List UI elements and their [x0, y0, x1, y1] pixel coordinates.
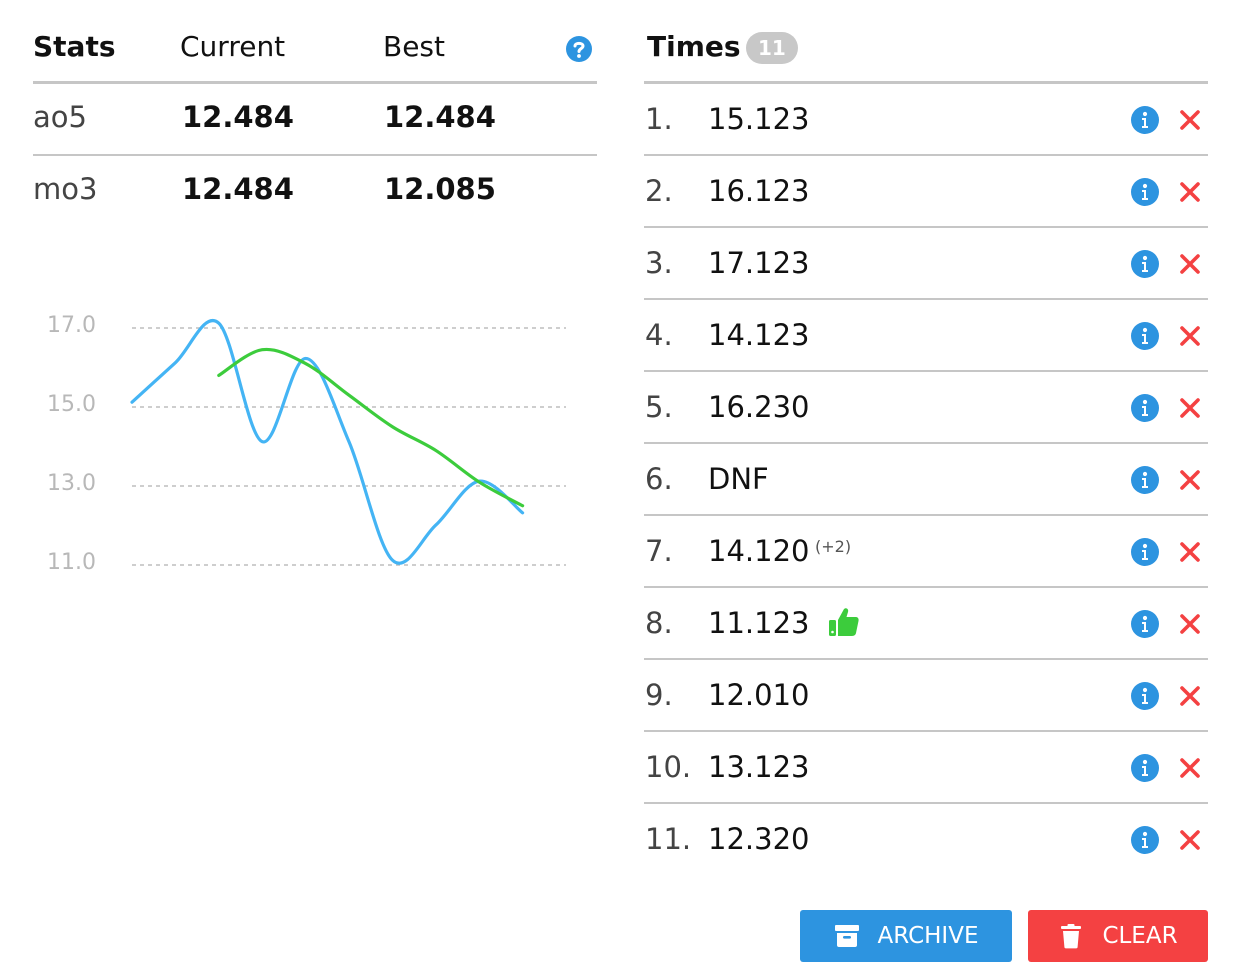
clear-button[interactable]: CLEAR: [1028, 910, 1208, 962]
time-row: 5. 16.230: [644, 372, 1208, 444]
time-index: 11.: [645, 822, 692, 856]
info-circle-icon[interactable]: [1130, 753, 1160, 783]
time-value[interactable]: DNF: [708, 462, 769, 496]
time-row: 6. DNF: [644, 444, 1208, 516]
time-row: 1. 15.123: [644, 84, 1208, 156]
time-row: 2. 16.123: [644, 156, 1208, 228]
stat-best-value: 12.085: [384, 172, 496, 206]
stat-current-value: 12.484: [182, 172, 294, 206]
time-value[interactable]: 12.320: [708, 822, 809, 856]
archive-button-label: ARCHIVE: [877, 923, 979, 949]
info-circle-icon[interactable]: [1130, 249, 1160, 279]
time-row: 4. 14.123: [644, 300, 1208, 372]
archive-button[interactable]: ARCHIVE: [800, 910, 1012, 962]
time-index: 4.: [645, 318, 673, 352]
time-value[interactable]: 17.123: [708, 246, 809, 280]
y-tick-label: 13.0: [47, 471, 96, 496]
time-value[interactable]: 14.123: [708, 318, 809, 352]
time-index: 10.: [645, 750, 692, 784]
time-index: 8.: [645, 606, 673, 640]
time-value[interactable]: 15.123: [708, 102, 809, 136]
stat-current-value: 12.484: [182, 100, 294, 134]
penalty-label: (+2): [815, 537, 852, 556]
close-icon[interactable]: [1177, 323, 1203, 349]
stats-heading: Stats: [33, 30, 116, 63]
time-row: 11. 12.320: [644, 804, 1208, 876]
clear-button-label: CLEAR: [1102, 923, 1178, 949]
thumbs-up-icon: [829, 608, 859, 636]
time-value[interactable]: 11.123: [708, 606, 809, 640]
question-circle-icon[interactable]: [565, 35, 593, 63]
stat-best-value: 12.484: [384, 100, 496, 134]
series-line-average: [217, 347, 525, 508]
stats-panel: Stats Current Best ao5 12.484 12.484 mo3…: [33, 22, 597, 228]
time-value[interactable]: 13.123: [708, 750, 809, 784]
times-count-badge: 11: [746, 32, 798, 64]
info-circle-icon[interactable]: [1130, 609, 1160, 639]
stat-label: ao5: [33, 100, 87, 134]
close-icon[interactable]: [1177, 107, 1203, 133]
times-heading: Times: [647, 30, 741, 63]
times-list: 1. 15.123 2. 16.123 3. 17.123 4. 14.123 5. 16.230…: [644, 84, 1208, 876]
stats-row-mo3: mo3 12.484 12.085: [33, 156, 597, 228]
time-index: 5.: [645, 390, 673, 424]
archive-icon: [834, 925, 859, 947]
close-icon[interactable]: [1177, 611, 1203, 637]
time-index: 2.: [645, 174, 673, 208]
time-row: 9. 12.010: [644, 660, 1208, 732]
info-circle-icon[interactable]: [1130, 825, 1160, 855]
times-panel: Times 11 1. 15.123 2. 16.123 3. 17.123 4. 14.12…: [644, 22, 1208, 876]
close-icon[interactable]: [1177, 539, 1203, 565]
time-value[interactable]: 12.010: [708, 678, 809, 712]
close-icon[interactable]: [1177, 683, 1203, 709]
info-circle-icon[interactable]: [1130, 321, 1160, 351]
stats-header: Stats Current Best: [33, 22, 597, 84]
close-icon[interactable]: [1177, 395, 1203, 421]
y-tick-label: 11.0: [47, 550, 96, 575]
time-index: 6.: [645, 462, 673, 496]
time-index: 7.: [645, 534, 673, 568]
info-circle-icon[interactable]: [1130, 465, 1160, 495]
stats-row-ao5: ao5 12.484 12.484: [33, 84, 597, 156]
close-icon[interactable]: [1177, 827, 1203, 853]
close-icon[interactable]: [1177, 755, 1203, 781]
times-chart: 17.0 15.0 13.0 11.0: [30, 300, 580, 590]
time-row: 3. 17.123: [644, 228, 1208, 300]
time-value[interactable]: 16.123: [708, 174, 809, 208]
info-circle-icon[interactable]: [1130, 105, 1160, 135]
info-circle-icon[interactable]: [1130, 393, 1160, 423]
time-index: 3.: [645, 246, 673, 280]
close-icon[interactable]: [1177, 467, 1203, 493]
time-index: 9.: [645, 678, 673, 712]
time-index: 1.: [645, 102, 673, 136]
line-chart: 17.0 15.0 13.0 11.0: [47, 313, 566, 575]
info-circle-icon[interactable]: [1130, 537, 1160, 567]
info-circle-icon[interactable]: [1130, 177, 1160, 207]
time-row: 7. 14.120 (+2): [644, 516, 1208, 588]
y-tick-label: 15.0: [47, 392, 96, 417]
trash-icon: [1061, 924, 1082, 949]
y-tick-label: 17.0: [47, 313, 96, 338]
time-value[interactable]: 16.230: [708, 390, 809, 424]
time-row: 10. 13.123: [644, 732, 1208, 804]
series-line-times: [130, 319, 525, 565]
time-row: 8. 11.123: [644, 588, 1208, 660]
best-column-header: Best: [383, 30, 446, 63]
time-value[interactable]: 14.120: [708, 534, 809, 568]
current-column-header: Current: [180, 30, 286, 63]
stat-label: mo3: [33, 172, 98, 206]
info-circle-icon[interactable]: [1130, 681, 1160, 711]
close-icon[interactable]: [1177, 179, 1203, 205]
times-header: Times 11: [644, 22, 1208, 84]
close-icon[interactable]: [1177, 251, 1203, 277]
